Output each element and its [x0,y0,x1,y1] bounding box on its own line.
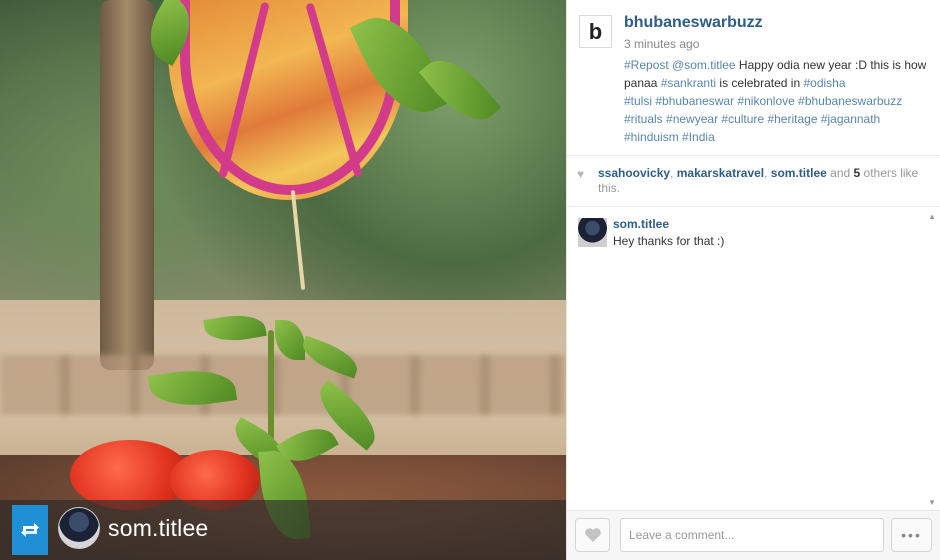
hashtag-link[interactable]: #newyear [666,112,718,126]
owner-avatar[interactable]: b [579,15,612,48]
liker-link[interactable]: ssahoovicky [598,166,670,180]
post-photo[interactable] [0,0,566,560]
mention-link[interactable]: @som.titlee [672,58,736,72]
like-button[interactable] [575,518,610,552]
comment-footer: ••• [567,510,940,560]
comment-username[interactable]: som.titlee [613,217,669,231]
hashtag-link[interactable]: #sankranti [661,76,716,90]
hashtag-link[interactable]: #tulsi [624,94,652,108]
post-header: b bhubaneswarbuzz 3 minutes ago #Repost … [567,0,940,156]
hashtag-link[interactable]: #rituals [624,112,663,126]
more-options-button[interactable]: ••• [891,518,932,552]
hashtag-link[interactable]: #bhubaneswar [655,94,734,108]
hashtag-link[interactable]: #hinduism [624,130,679,144]
brick-border [0,355,566,415]
hashtag-link[interactable]: #India [682,130,715,144]
hashtag-link[interactable]: #jagannath [821,112,880,126]
hashtag-link[interactable]: #odisha [803,76,845,90]
comments-list[interactable]: som.titlee Hey thanks for that :) [567,208,940,510]
hashtag-link[interactable]: #nikonlove [737,94,794,108]
hashtag-link[interactable]: #culture [721,112,764,126]
scroll-down-icon[interactable]: ▼ [928,498,936,507]
likes-separator: , [670,166,677,180]
owner-avatar-glyph: b [588,18,603,44]
likes-summary: ♥ ssahoovicky, makarskatravel, som.title… [567,157,940,207]
comment-avatar[interactable] [578,218,607,247]
comment-text: Hey thanks for that :) [613,234,725,248]
caption-text: is celebrated in [716,76,804,90]
hashtag-link[interactable]: #Repost [624,58,669,72]
heart-icon [584,528,601,542]
scroll-up-icon[interactable]: ▲ [928,212,936,221]
owner-username[interactable]: bhubaneswarbuzz [624,14,763,32]
hashtag-link[interactable]: #bhubaneswarbuzz [798,94,902,108]
comment-input[interactable] [620,518,884,552]
tree-trunk [100,0,154,370]
heart-icon: ♥ [577,167,585,181]
liker-link[interactable]: som.titlee [771,166,827,180]
repost-user-avatar[interactable] [58,507,100,549]
likes-separator: , [764,166,771,180]
hashtag-link[interactable]: #heritage [767,112,817,126]
post-timestamp[interactable]: 3 minutes ago [624,37,699,51]
likes-and-text: and [826,166,854,180]
liker-link[interactable]: makarskatravel [677,166,764,180]
repost-username[interactable]: som.titlee [108,515,208,542]
repost-icon[interactable] [12,505,48,555]
post-caption: #Repost @som.titlee Happy odia new year … [624,56,930,146]
post-details-panel: b bhubaneswarbuzz 3 minutes ago #Repost … [566,0,940,560]
